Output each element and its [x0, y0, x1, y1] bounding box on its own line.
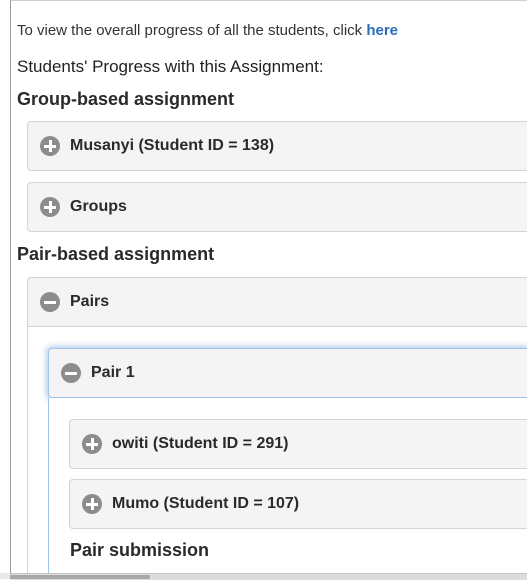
student-panel-label: owiti (Student ID = 291): [112, 435, 289, 452]
pair-assignment-heading: Pair-based assignment: [17, 244, 215, 264]
expand-plus-icon[interactable]: [82, 494, 102, 514]
students-progress-heading: Students' Progress with this Assignment:: [17, 57, 324, 76]
scroll-left-arrow[interactable]: [0, 573, 10, 579]
groups-panel-label: Groups: [70, 198, 127, 215]
overall-progress-link[interactable]: here: [366, 22, 398, 39]
overall-progress-text: To view the overall progress of all the …: [17, 22, 398, 39]
collapse-minus-icon[interactable]: [40, 292, 60, 312]
pair-1-panel[interactable]: Pair 1: [48, 348, 527, 398]
horizontal-scrollbar-thumb[interactable]: [10, 575, 150, 579]
student-panel-mumo[interactable]: Mumo (Student ID = 107): [69, 479, 527, 529]
pairs-panel-label: Pairs: [70, 293, 110, 310]
overall-progress-label: To view the overall progress of all the …: [17, 22, 367, 39]
student-panel-musanyi[interactable]: Musanyi (Student ID = 138): [27, 121, 527, 171]
pair-1-panel-label: Pair 1: [91, 364, 135, 381]
collapse-minus-icon[interactable]: [61, 363, 81, 383]
pairs-panel-header[interactable]: Pairs: [28, 278, 527, 326]
student-panel-label: Mumo (Student ID = 107): [112, 495, 300, 512]
pair-submission-heading: Pair submission: [70, 540, 210, 560]
student-panel-owiti[interactable]: owiti (Student ID = 291): [69, 419, 527, 469]
expand-plus-icon[interactable]: [40, 197, 60, 217]
group-assignment-heading: Group-based assignment: [17, 89, 235, 109]
expand-plus-icon[interactable]: [82, 434, 102, 454]
groups-panel[interactable]: Groups: [27, 182, 527, 232]
expand-plus-icon[interactable]: [40, 136, 60, 156]
student-panel-label: Musanyi (Student ID = 138): [70, 137, 275, 154]
